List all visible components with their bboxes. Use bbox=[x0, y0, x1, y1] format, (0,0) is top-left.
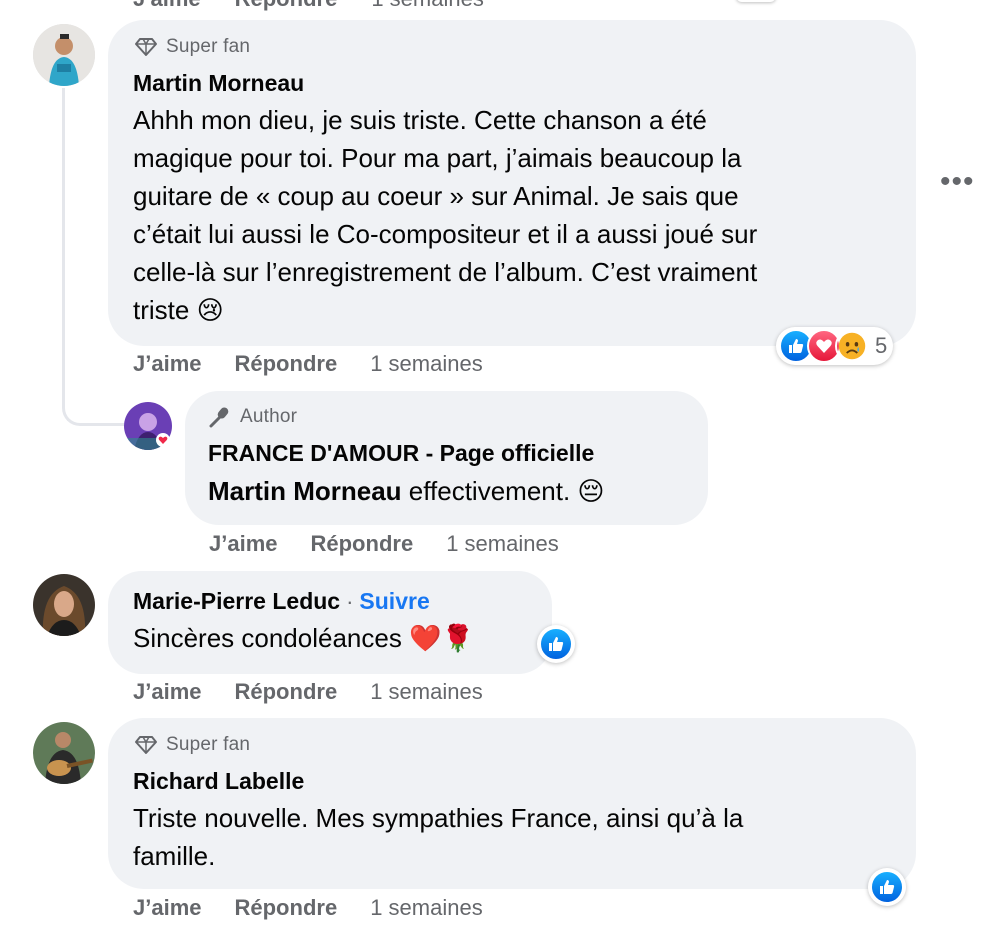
avatar[interactable] bbox=[33, 24, 95, 86]
reactions-summary[interactable] bbox=[868, 868, 906, 906]
comment-actions: J’aime Répondre 1 semaines bbox=[133, 351, 483, 377]
previous-comment-actions: J'aime Répondre 1 semaines bbox=[133, 0, 484, 12]
reply-actions: J’aime Répondre 1 semaines bbox=[209, 531, 559, 557]
like-button[interactable]: J’aime bbox=[133, 895, 202, 921]
more-options-icon[interactable]: ••• bbox=[940, 167, 975, 197]
comment-author[interactable]: Marie-Pierre Leduc bbox=[133, 588, 340, 614]
reactions-summary[interactable]: 5 bbox=[776, 327, 894, 365]
comment-time[interactable]: 1 semaines bbox=[371, 0, 484, 12]
diamond-icon bbox=[135, 736, 157, 754]
comment-author[interactable]: FRANCE D'AMOUR - Page officielle bbox=[208, 440, 594, 467]
reply-button[interactable]: Répondre bbox=[311, 531, 414, 557]
microphone-icon bbox=[209, 407, 229, 428]
comment-text: Ahhh mon dieu, je suis triste. Cette cha… bbox=[133, 105, 758, 326]
profile-photo bbox=[33, 722, 95, 784]
comment-text: Sincères condoléances ❤️🌹 bbox=[133, 623, 474, 654]
author-badge: Author bbox=[208, 406, 297, 428]
crying-emoji: 😢 bbox=[196, 296, 224, 326]
pensive-emoji: 😔 bbox=[577, 477, 605, 507]
follow-link[interactable]: Suivre bbox=[359, 588, 429, 614]
super-fan-badge: Super fan bbox=[134, 36, 250, 58]
like-button[interactable]: J’aime bbox=[133, 351, 202, 377]
reply-bubble: Author FRANCE D'AMOUR - Page officielle … bbox=[185, 391, 708, 525]
like-icon bbox=[870, 870, 904, 904]
sad-icon bbox=[835, 329, 869, 363]
super-fan-badge: Super fan bbox=[134, 734, 250, 756]
author-heart-icon bbox=[156, 433, 170, 447]
avatar[interactable] bbox=[33, 722, 95, 784]
comment-text: Triste nouvelle. Mes sympathies France, … bbox=[133, 803, 744, 871]
badge-label: Super fan bbox=[166, 734, 251, 755]
like-button[interactable]: J'aime bbox=[133, 0, 201, 12]
reply-button[interactable]: Répondre bbox=[235, 895, 338, 921]
reply-button[interactable]: Répondre bbox=[235, 0, 338, 12]
comment-author[interactable]: Richard Labelle bbox=[133, 768, 304, 795]
like-button[interactable]: J’aime bbox=[133, 679, 202, 705]
comment-time[interactable]: 1 semaines bbox=[370, 351, 483, 377]
like-icon bbox=[539, 627, 573, 661]
comment-text: Martin Morneau effectivement. 😔 bbox=[208, 476, 605, 507]
badge-label: Super fan bbox=[166, 36, 251, 57]
reactions-summary[interactable] bbox=[537, 625, 575, 663]
comment-bubble: Super fan Martin Morneau Ahhh mon dieu, … bbox=[108, 20, 916, 346]
comment-author[interactable]: Martin Morneau bbox=[133, 70, 304, 97]
avatar[interactable] bbox=[33, 574, 95, 636]
reply-button[interactable]: Répondre bbox=[235, 351, 338, 377]
comment-time[interactable]: 1 semaines bbox=[370, 679, 483, 705]
comment-bubble: Marie-Pierre Leduc · Suivre Sincères condo… bbox=[108, 571, 552, 674]
separator: · bbox=[346, 589, 354, 614]
profile-photo bbox=[33, 24, 95, 86]
comment-time[interactable]: 1 semaines bbox=[370, 895, 483, 921]
reaction-count: 5 bbox=[875, 333, 888, 358]
comment-bubble: Super fan Richard Labelle Triste nouvell… bbox=[108, 718, 916, 889]
diamond-icon bbox=[135, 38, 157, 56]
profile-photo bbox=[33, 574, 95, 636]
comment-time[interactable]: 1 semaines bbox=[446, 531, 559, 557]
reply-button[interactable]: Répondre bbox=[235, 679, 338, 705]
like-button[interactable]: J’aime bbox=[209, 531, 278, 557]
badge-label: Author bbox=[240, 406, 298, 427]
comment-header: Marie-Pierre Leduc · Suivre bbox=[133, 588, 430, 615]
heart-rose-emoji: ❤️🌹 bbox=[409, 624, 474, 654]
comment-actions: J’aime Répondre 1 semaines bbox=[133, 679, 483, 705]
partial-reaction-pill bbox=[736, 0, 776, 2]
mention-link[interactable]: Martin Morneau bbox=[208, 476, 402, 506]
comment-actions: J’aime Répondre 1 semaines bbox=[133, 895, 483, 921]
